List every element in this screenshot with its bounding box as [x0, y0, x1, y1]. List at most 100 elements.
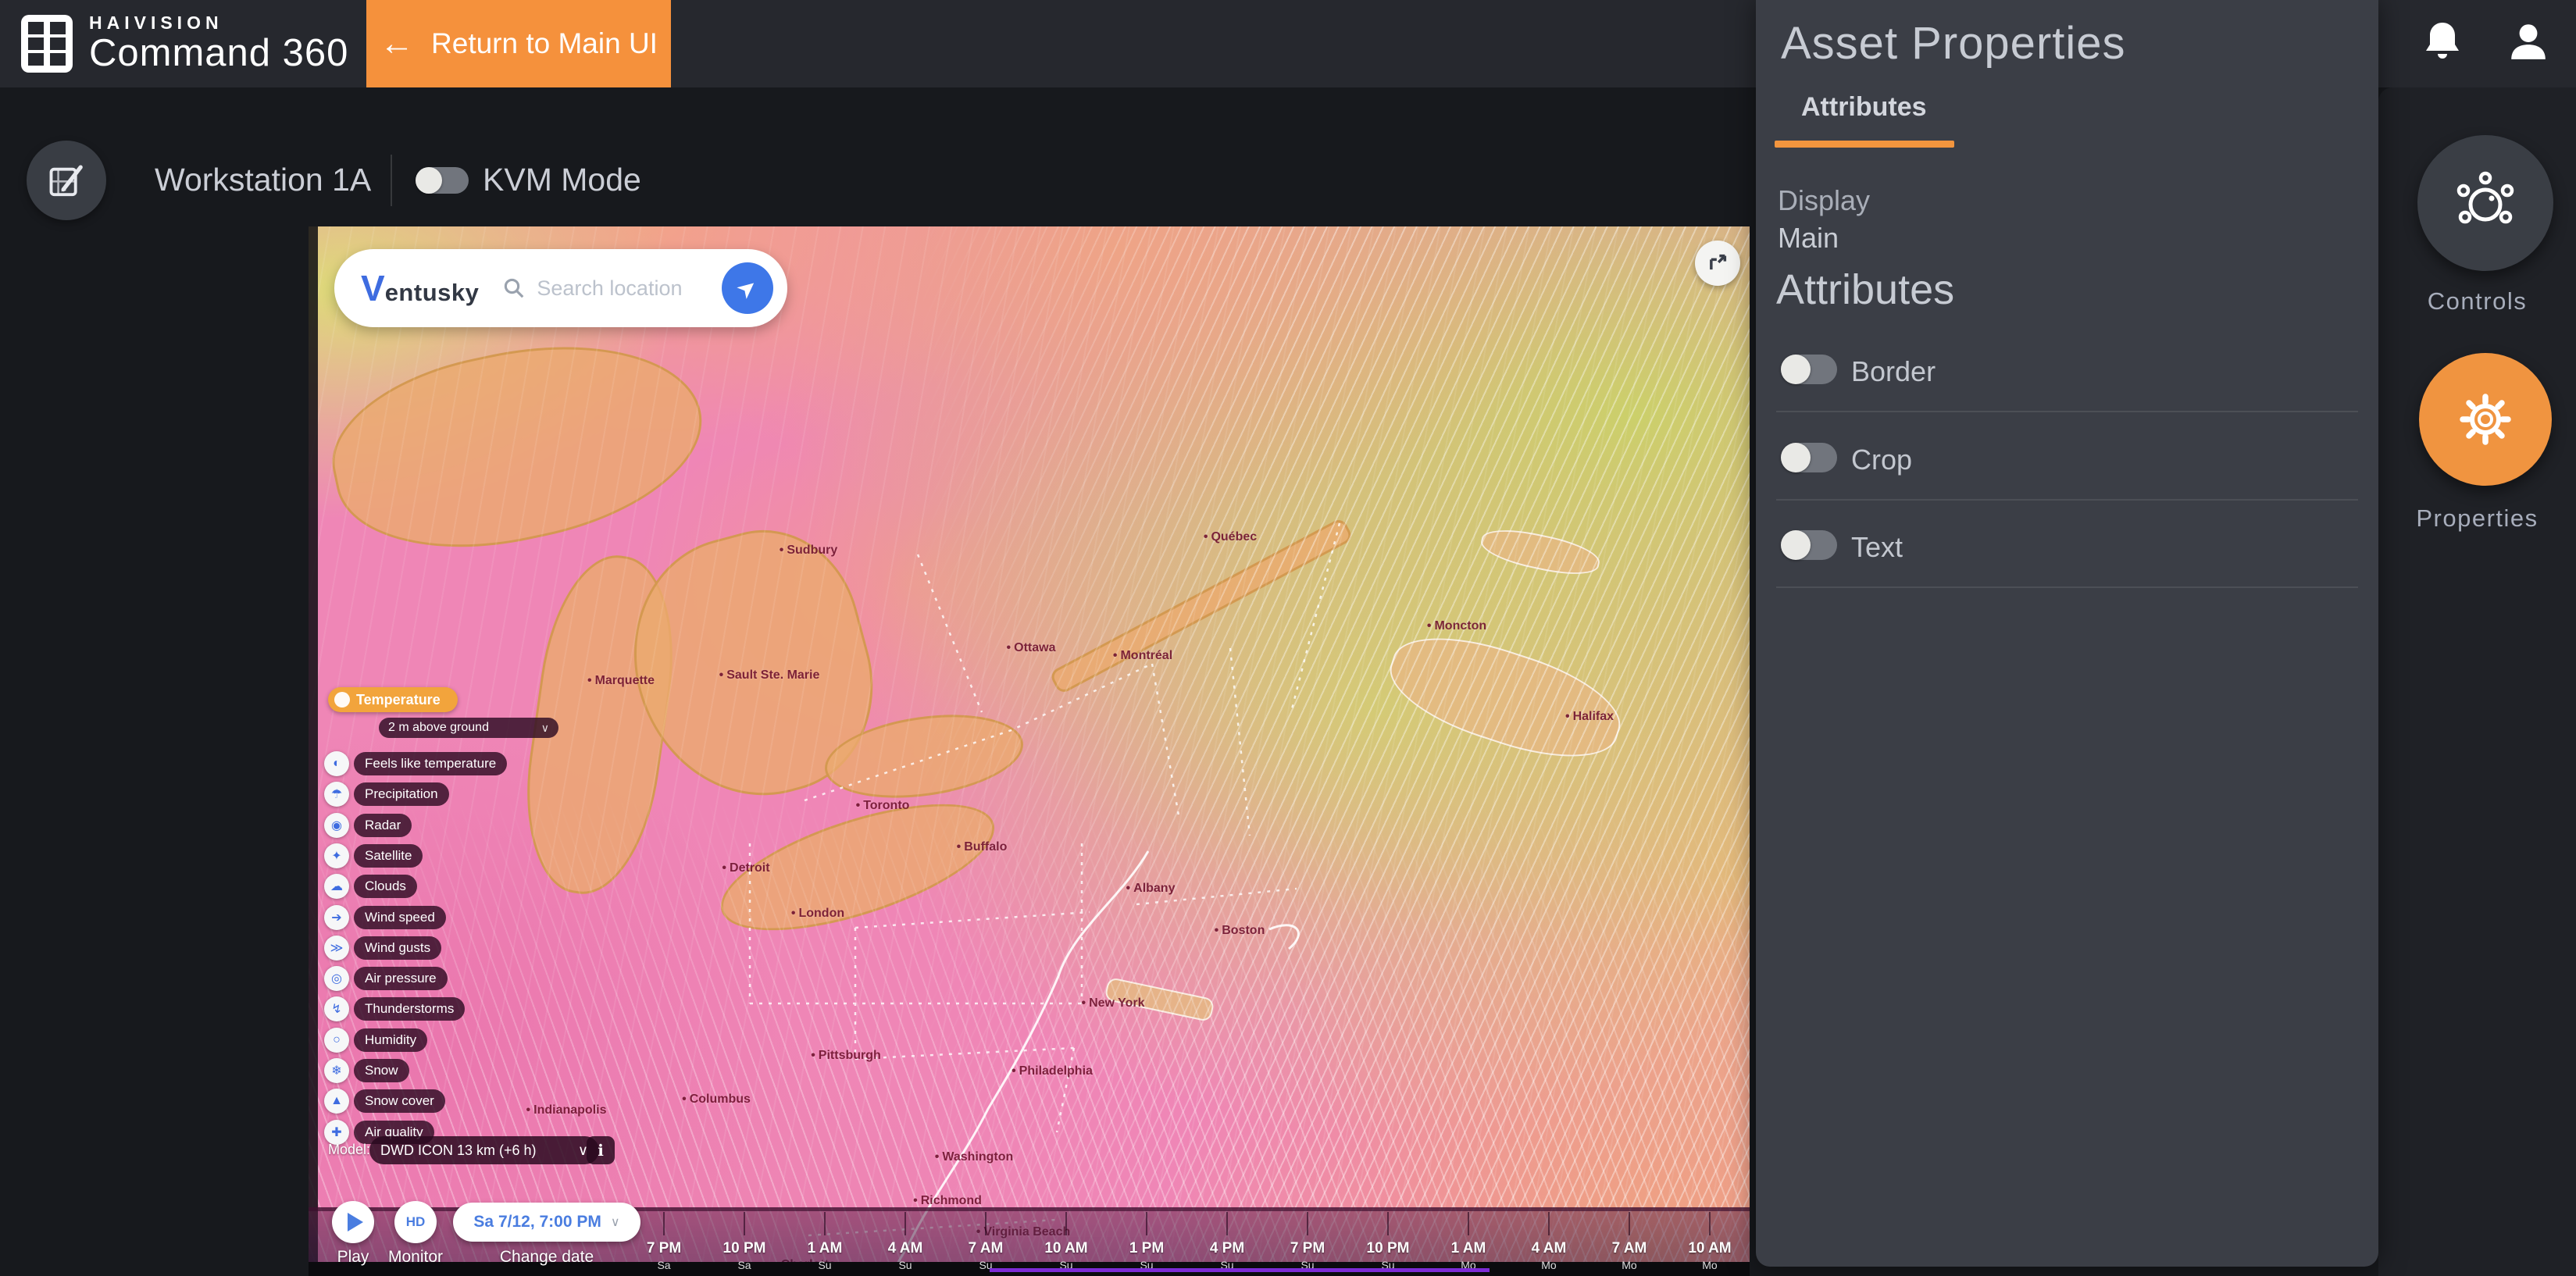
fullscreen-button[interactable] — [1695, 241, 1740, 286]
layer-item[interactable]: ◉Radar — [324, 813, 412, 838]
info-icon: ℹ — [598, 1141, 604, 1160]
layer-pill-label: Snow — [354, 1059, 409, 1082]
layer-pill-label: Satellite — [354, 844, 423, 868]
layer-icon: ◉ — [324, 813, 349, 838]
layer-pill-label: Clouds — [354, 875, 417, 898]
model-selector[interactable]: DWD ICON 13 km (+6 h) ∨ — [369, 1136, 599, 1164]
kvm-mode-label: KVM Mode — [483, 162, 641, 198]
user-account-button[interactable] — [2504, 17, 2553, 66]
layer-item[interactable]: ○Humidity — [324, 1028, 427, 1053]
display-value: Main — [1778, 222, 1839, 255]
return-to-main-ui-button[interactable]: ← Return to Main UI — [366, 0, 671, 87]
temperature-icon — [334, 692, 350, 708]
model-label: Model: — [328, 1142, 370, 1158]
gear-icon — [2449, 383, 2521, 455]
level-selector[interactable]: 2 m above ground ∨ — [379, 718, 558, 738]
timeline-progress-line — [990, 1268, 1490, 1272]
current-date-value: Sa 7/12, 7:00 PM — [473, 1213, 601, 1231]
play-icon — [348, 1213, 363, 1231]
controls-button[interactable] — [2417, 135, 2553, 271]
layer-icon: ○ — [324, 1028, 349, 1053]
controls-label: Controls — [2378, 287, 2576, 315]
properties-button[interactable] — [2419, 353, 2552, 486]
border-toggle[interactable] — [1781, 355, 1837, 384]
kvm-mode-toggle[interactable] — [416, 167, 469, 194]
haivision-logo: HAIVISION Command 360 — [19, 12, 348, 75]
edit-layout-icon — [46, 160, 87, 201]
expand-icon — [1707, 252, 1729, 274]
city-label: London — [791, 907, 844, 921]
properties-label: Properties — [2378, 504, 2576, 533]
layer-icon: ◐ — [324, 751, 349, 776]
city-label: Halifax — [1565, 710, 1614, 724]
city-label: Philadelphia — [1011, 1064, 1093, 1078]
tab-attributes[interactable]: Attributes — [1801, 92, 1927, 123]
layer-icon: ❄ — [324, 1058, 349, 1083]
workstation-title: Workstation 1A — [155, 162, 371, 198]
monitor-label: Monitor — [388, 1248, 443, 1267]
layer-item[interactable]: ✦Satellite — [324, 843, 423, 868]
row-divider — [1776, 499, 2358, 501]
city-label: Marquette — [587, 674, 655, 688]
kvm-toggle-knob — [416, 167, 442, 194]
edit-workstation-button[interactable] — [27, 141, 106, 220]
layer-item[interactable]: ➔Wind speed — [324, 905, 446, 930]
brand-haivision: HAIVISION — [89, 14, 348, 32]
model-info-button[interactable]: ℹ — [587, 1136, 615, 1164]
hd-quality-button[interactable]: HD — [394, 1201, 437, 1243]
attribute-row-text: Text — [1756, 530, 2378, 560]
change-date-button[interactable]: Sa 7/12, 7:00 PM ∨ — [453, 1203, 640, 1242]
notifications-button[interactable] — [2418, 17, 2467, 66]
crop-label: Crop — [1851, 444, 1912, 476]
layer-icon: ↯ — [324, 996, 349, 1021]
search-placeholder: Search location — [537, 276, 682, 301]
layer-icon: ➔ — [324, 905, 349, 930]
layer-item[interactable]: ❄Snow — [324, 1058, 409, 1083]
search-icon — [502, 276, 526, 300]
right-sidebar: Controls Properties — [2378, 87, 2576, 1276]
city-label: Montréal — [1113, 649, 1172, 663]
crop-toggle[interactable] — [1781, 443, 1837, 472]
play-label: Play — [337, 1248, 369, 1267]
attribute-row-border: Border — [1756, 355, 2378, 384]
layer-icon: ≫ — [324, 936, 349, 961]
layer-icon: ▲ — [324, 1089, 349, 1114]
play-button[interactable] — [332, 1201, 374, 1243]
return-button-label: Return to Main UI — [431, 27, 658, 60]
layer-pill-label: Snow cover — [354, 1089, 445, 1113]
locate-button[interactable]: ➤ — [722, 262, 773, 314]
city-label: Sudbury — [780, 544, 838, 558]
layer-item[interactable]: ◎Air pressure — [324, 966, 448, 991]
city-label: Indianapolis — [526, 1103, 607, 1117]
back-arrow-icon: ← — [380, 24, 414, 63]
ventusky-logo: Ventusky — [361, 270, 479, 307]
asset-video-viewport[interactable]: MarquetteSault Ste. MarieSudburyOttawaMo… — [309, 226, 1750, 1276]
active-layer-temperature[interactable]: Temperature — [328, 687, 458, 712]
layer-icon: ◎ — [324, 966, 349, 991]
layer-item[interactable]: ☂Precipitation — [324, 782, 449, 807]
ventusky-logo-v: V — [361, 270, 385, 306]
layer-item[interactable]: ◐Feels like temperature — [324, 751, 507, 776]
city-label: Pittsburgh — [811, 1049, 881, 1063]
search-input[interactable]: Search location — [502, 276, 722, 301]
text-toggle-knob — [1781, 530, 1811, 560]
layer-pill-label: Thunderstorms — [354, 997, 465, 1021]
ventusky-search-bar[interactable]: Ventusky Search location ➤ — [334, 249, 787, 327]
layer-pill-label: Wind speed — [354, 906, 446, 929]
city-label: Boston — [1215, 924, 1265, 938]
change-date-label: Change date — [500, 1248, 594, 1267]
active-layer-label: Temperature — [356, 692, 441, 708]
layer-item[interactable]: ☁Clouds — [324, 874, 417, 899]
city-label: Detroit — [722, 861, 769, 875]
layer-item[interactable]: ↯Thunderstorms — [324, 996, 465, 1021]
border-label: Border — [1851, 355, 1936, 388]
asset-properties-panel: Asset Properties Attributes Display Main… — [1756, 0, 2378, 1267]
layer-item[interactable]: ≫Wind gusts — [324, 936, 441, 961]
bell-icon — [2422, 20, 2463, 63]
text-toggle[interactable] — [1781, 530, 1837, 560]
city-label: Richmond — [913, 1194, 982, 1208]
city-label: Ottawa — [1007, 641, 1056, 655]
row-divider — [1776, 586, 2358, 588]
layer-pill-label: Wind gusts — [354, 936, 441, 960]
layer-item[interactable]: ▲Snow cover — [324, 1089, 445, 1114]
